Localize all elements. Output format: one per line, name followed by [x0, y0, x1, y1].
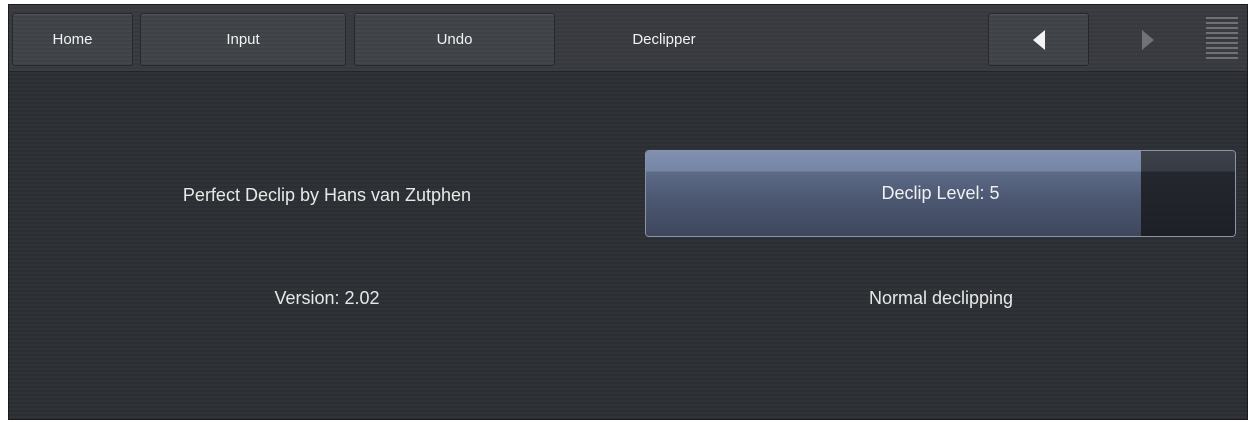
previous-button[interactable]	[988, 13, 1089, 66]
declip-mode-text: Normal declipping	[868, 288, 1014, 308]
input-button[interactable]: Input	[140, 13, 346, 66]
next-button[interactable]	[1097, 13, 1198, 66]
top-nav-bar: Home Input Undo Declipper	[9, 5, 1247, 72]
app-window: Home Input Undo Declipper Perfect Declip…	[8, 4, 1248, 420]
declip-level-slider[interactable]: Declip Level: 5	[645, 150, 1236, 237]
plugin-title: Perfect Declip by Hans van Zutphen	[182, 185, 472, 205]
declipper-panel: Perfect Declip by Hans van Zutphen Versi…	[9, 72, 1247, 419]
menu-icon[interactable]	[1206, 17, 1238, 63]
undo-button[interactable]: Undo	[354, 13, 555, 66]
declip-level-label: Declip Level: 5	[881, 183, 1000, 203]
current-page-title: Declipper	[632, 31, 696, 48]
arrow-left-icon	[1032, 29, 1045, 50]
arrow-right-icon	[1141, 29, 1154, 50]
version-text: Version: 2.02	[274, 288, 380, 308]
home-button[interactable]: Home	[12, 13, 133, 66]
